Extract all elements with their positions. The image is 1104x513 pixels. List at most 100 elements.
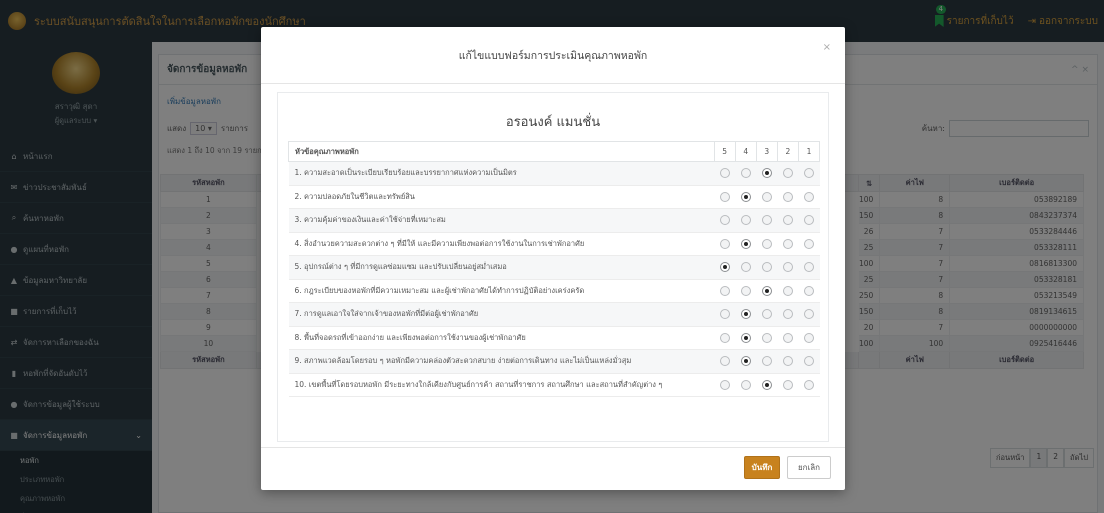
rating-radio-5[interactable]	[719, 168, 730, 179]
quality-question-text: 2. ความปลอดภัยในชีวิตและทรัพย์สิน	[288, 184, 715, 209]
rating-cell	[756, 161, 778, 186]
rating-radio-4[interactable]	[740, 285, 751, 296]
rating-radio-1[interactable]	[803, 191, 814, 202]
rating-radio-4[interactable]	[740, 215, 751, 226]
rating-cell	[714, 208, 736, 233]
rating-radio-4[interactable]	[740, 191, 751, 202]
modal-body: อรอนงค์ แมนชั่น หัวข้อคุณภาพหอพัก 54321 …	[277, 92, 829, 442]
rating-radio-3[interactable]	[761, 215, 772, 226]
rating-radio-2[interactable]	[782, 215, 793, 226]
rating-radio-3[interactable]	[761, 168, 772, 179]
rating-radio-4[interactable]	[740, 332, 751, 343]
rating-radio-2[interactable]	[782, 379, 793, 390]
quality-question-text: 6. กฎระเบียบของหอพักที่มีความเหมาะสม และ…	[288, 278, 715, 303]
rating-radio-3[interactable]	[761, 332, 772, 343]
rating-cell	[777, 325, 799, 350]
save-button[interactable]: บันทึก	[744, 456, 780, 479]
quality-question-row: 4. สิ่งอำนวยความสะดวกต่าง ๆ ที่มีให้ และ…	[288, 231, 820, 256]
rating-radio-5[interactable]	[719, 191, 730, 202]
quality-question-row: 2. ความปลอดภัยในชีวิตและทรัพย์สิน	[288, 184, 820, 209]
rating-cell	[756, 302, 778, 327]
rating-radio-2[interactable]	[782, 332, 793, 343]
rating-cell	[735, 231, 757, 256]
rating-radio-3[interactable]	[761, 191, 772, 202]
cancel-button[interactable]: ยกเลิก	[787, 456, 831, 479]
rating-radio-5[interactable]	[719, 262, 730, 273]
rating-cell	[777, 372, 799, 397]
rating-radio-1[interactable]	[803, 332, 814, 343]
rating-cell	[777, 302, 799, 327]
rating-radio-2[interactable]	[782, 191, 793, 202]
rating-cell	[756, 255, 778, 280]
rating-radio-4[interactable]	[740, 262, 751, 273]
rating-radio-5[interactable]	[719, 215, 730, 226]
quality-question-row: 10. เขตพื้นที่โดยรอบหอพัก มีระยะทางใกล้เ…	[288, 372, 820, 397]
quality-question-text: 4. สิ่งอำนวยความสะดวกต่าง ๆ ที่มีให้ และ…	[288, 231, 715, 256]
rating-radio-2[interactable]	[782, 238, 793, 249]
quality-question-text: 1. ความสะอาดเป็นระเบียบเรียบร้อยและบรรยา…	[288, 161, 715, 186]
rating-cell	[714, 349, 736, 374]
rating-radio-1[interactable]	[803, 285, 814, 296]
rating-radio-2[interactable]	[782, 168, 793, 179]
rating-radio-2[interactable]	[782, 356, 793, 367]
rating-cell	[756, 278, 778, 303]
rating-radio-5[interactable]	[719, 238, 730, 249]
rating-radio-5[interactable]	[719, 309, 730, 320]
rating-radio-4[interactable]	[740, 168, 751, 179]
rating-cell	[735, 372, 757, 397]
close-icon[interactable]: ×	[823, 42, 831, 53]
quality-question-text: 8. พื้นที่จอดรถที่เข้าออกง่าย และเพียงพอ…	[288, 325, 715, 350]
rating-cell	[714, 372, 736, 397]
rating-radio-4[interactable]	[740, 356, 751, 367]
rating-radio-1[interactable]	[803, 356, 814, 367]
quality-question-text: 7. การดูแลเอาใจใส่จากเจ้าของหอพักที่มีต่…	[288, 302, 715, 327]
rating-radio-5[interactable]	[719, 379, 730, 390]
rating-radio-1[interactable]	[803, 215, 814, 226]
rating-cell	[777, 161, 799, 186]
rating-cell	[735, 208, 757, 233]
rating-radio-4[interactable]	[740, 309, 751, 320]
rating-cell	[798, 184, 820, 209]
rating-radio-3[interactable]	[761, 238, 772, 249]
rating-cell	[798, 161, 820, 186]
rating-radio-4[interactable]	[740, 379, 751, 390]
rating-cell	[735, 161, 757, 186]
rating-cell	[714, 255, 736, 280]
rating-radio-2[interactable]	[782, 285, 793, 296]
rating-cell	[756, 184, 778, 209]
rating-radio-3[interactable]	[761, 309, 772, 320]
rating-cell	[735, 302, 757, 327]
quality-question-text: 5. อุปกรณ์ต่าง ๆ ที่มีการดูแลซ่อมแซม และ…	[288, 255, 715, 280]
rating-radio-1[interactable]	[803, 309, 814, 320]
rating-cell	[798, 349, 820, 374]
rating-radio-3[interactable]	[761, 379, 772, 390]
rating-radio-4[interactable]	[740, 238, 751, 249]
rating-cell	[756, 349, 778, 374]
rating-cell	[777, 278, 799, 303]
rating-cell	[714, 325, 736, 350]
quality-question-row: 6. กฎระเบียบของหอพักที่มีความเหมาะสม และ…	[288, 278, 820, 303]
modal-header: แก้ไขแบบฟอร์มการประเมินคุณภาพหอพัก ×	[261, 27, 845, 84]
rating-radio-3[interactable]	[761, 356, 772, 367]
scale-header-4: 4	[734, 141, 757, 162]
rating-radio-5[interactable]	[719, 332, 730, 343]
quality-question-row: 9. สภาพแวดล้อมโดยรอบ ๆ หอพักมีความคล่องต…	[288, 349, 820, 374]
rating-radio-1[interactable]	[803, 379, 814, 390]
rating-radio-5[interactable]	[719, 285, 730, 296]
rating-cell	[777, 184, 799, 209]
rating-radio-1[interactable]	[803, 262, 814, 273]
rating-radio-3[interactable]	[761, 262, 772, 273]
rating-cell	[777, 231, 799, 256]
rating-cell	[756, 231, 778, 256]
rating-cell	[798, 231, 820, 256]
rating-radio-1[interactable]	[803, 168, 814, 179]
quality-question-row: 5. อุปกรณ์ต่าง ๆ ที่มีการดูแลซ่อมแซม และ…	[288, 255, 820, 280]
quality-question-text: 9. สภาพแวดล้อมโดยรอบ ๆ หอพักมีความคล่องต…	[288, 349, 715, 374]
rating-radio-3[interactable]	[761, 285, 772, 296]
rating-radio-1[interactable]	[803, 238, 814, 249]
quality-question-text: 10. เขตพื้นที่โดยรอบหอพัก มีระยะทางใกล้เ…	[288, 372, 715, 397]
rating-radio-2[interactable]	[782, 262, 793, 273]
rating-radio-2[interactable]	[782, 309, 793, 320]
rating-cell	[714, 302, 736, 327]
rating-radio-5[interactable]	[719, 356, 730, 367]
